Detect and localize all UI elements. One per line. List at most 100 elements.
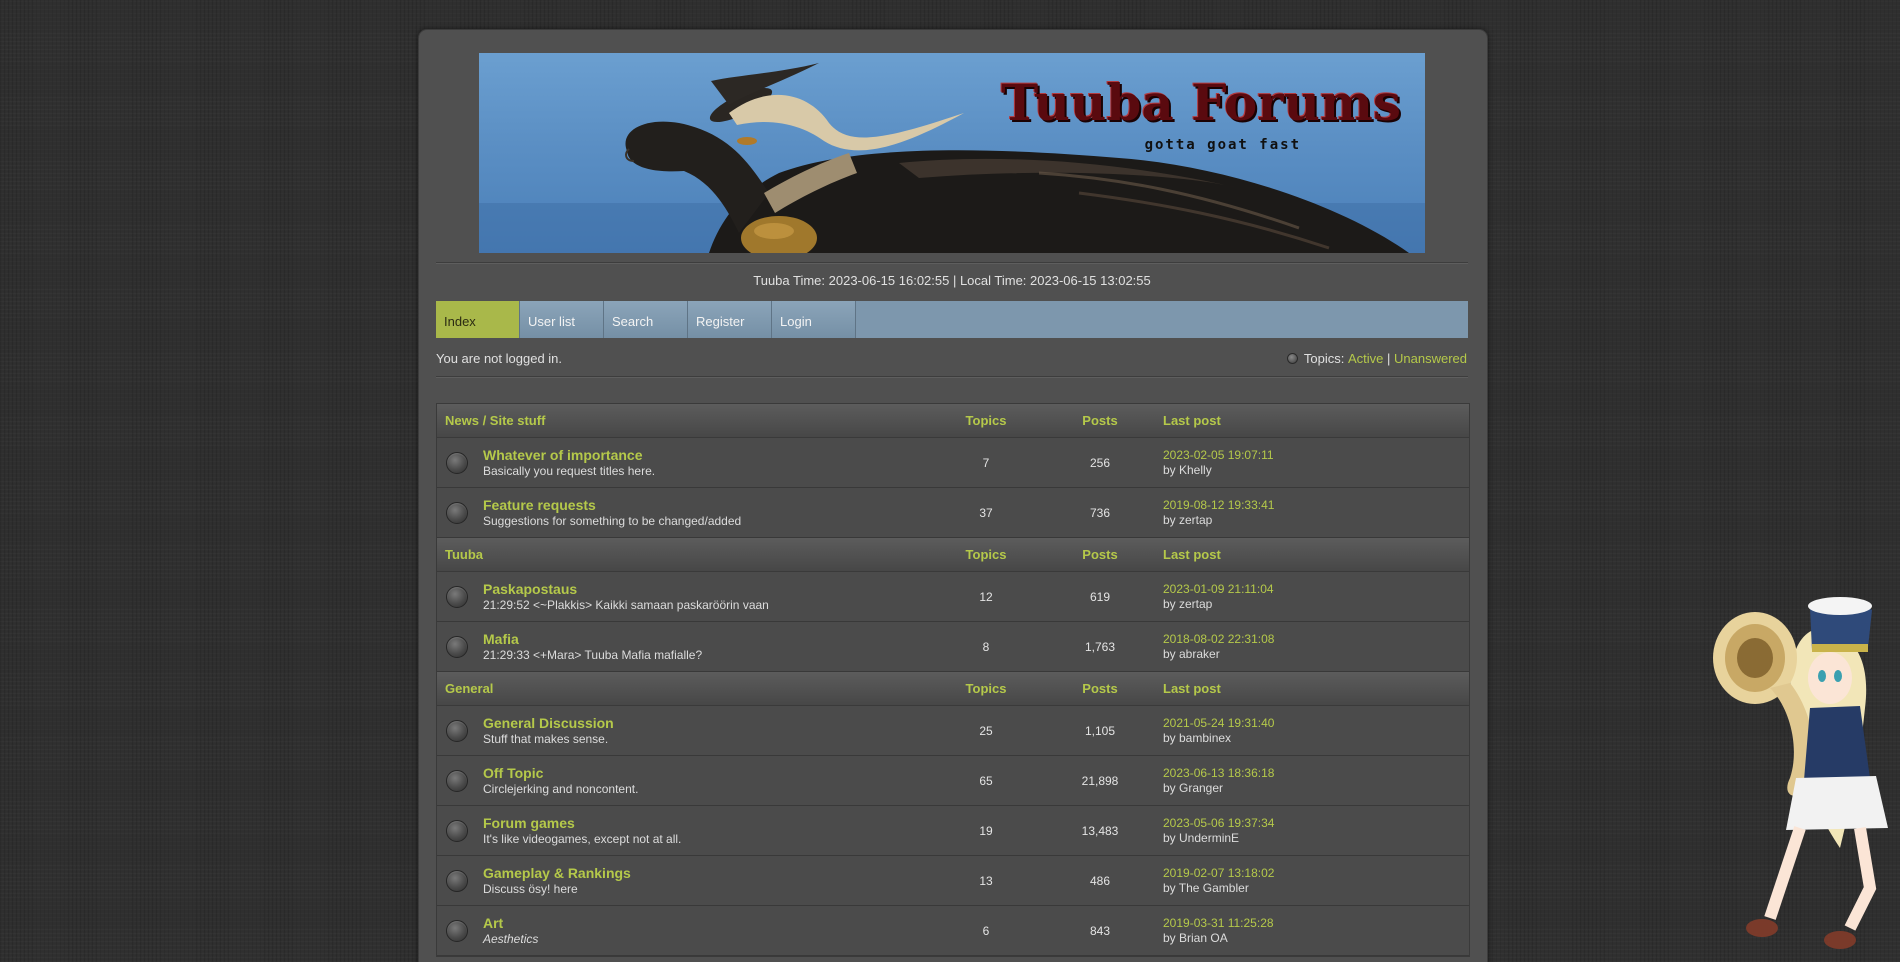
forum-description: It's like videogames, except not at all. — [483, 831, 682, 846]
topic-count: 8 — [982, 639, 990, 654]
nav-register[interactable]: Register — [688, 301, 772, 338]
unanswered-topics-link[interactable]: Unanswered — [1394, 351, 1467, 366]
topic-count: 6 — [982, 923, 990, 938]
column-header-last-post: Last post — [1163, 413, 1221, 428]
last-post-author: by Brian OA — [1163, 931, 1228, 945]
forum-status-icon — [446, 451, 468, 474]
column-header-topics: Topics — [965, 681, 1007, 696]
forum-row: General Discussion Stuff that makes sense… — [437, 706, 1469, 756]
post-count: 1,763 — [1084, 639, 1116, 654]
topic-count: 37 — [979, 505, 993, 520]
last-post-author: by Granger — [1163, 781, 1224, 795]
last-post-link[interactable]: 2018-08-02 22:31:08 — [1163, 632, 1274, 646]
forum-link[interactable]: Forum games — [483, 815, 575, 831]
forum-row: Forum games It's like videogames, except … — [437, 806, 1469, 856]
category-header: General Topics Posts Last post — [437, 672, 1469, 706]
last-post-link[interactable]: 2019-08-12 19:33:41 — [1163, 498, 1274, 512]
topic-count: 7 — [982, 455, 990, 470]
forum-row: Art Aesthetics 6 843 2019-03-31 11:25:28 by B… — [437, 906, 1469, 956]
last-post-author: by Khelly — [1163, 463, 1212, 477]
category-name: General — [445, 681, 494, 696]
forum-description: Stuff that makes sense. — [483, 731, 609, 746]
nav-search[interactable]: Search — [604, 301, 688, 338]
forum-status-icon — [446, 719, 468, 742]
column-header-last-post: Last post — [1163, 547, 1221, 562]
last-post-link[interactable]: 2023-02-05 19:07:11 — [1163, 448, 1274, 462]
divider — [436, 262, 1468, 264]
forum-description: 21:29:52 <~Plakkis> Kaikki samaan paskar… — [483, 597, 769, 612]
divider — [436, 376, 1468, 378]
forum-link[interactable]: Art — [483, 915, 503, 931]
forum-row: Whatever of importance Basically you requ… — [437, 438, 1469, 488]
last-post-link[interactable]: 2019-02-07 13:18:02 — [1163, 866, 1274, 880]
topic-count: 19 — [979, 823, 993, 838]
forum-link[interactable]: Paskapostaus — [483, 581, 577, 597]
category-name: Tuuba — [445, 547, 484, 562]
forum-description: 21:29:33 <+Mara> Tuuba Mafia mafialle? — [483, 647, 703, 662]
forum-banner[interactable]: Tuuba Forums gotta goat fast — [479, 53, 1425, 253]
column-header-last-post: Last post — [1163, 681, 1221, 696]
forum-row: Paskapostaus 21:29:52 <~Plakkis> Kaikki s… — [437, 572, 1469, 622]
category-header: Tuuba Topics Posts Last post — [437, 538, 1469, 572]
column-header-posts: Posts — [1082, 681, 1118, 696]
forum-description: Discuss ösy! here — [483, 881, 578, 896]
forum-link[interactable]: General Discussion — [483, 715, 614, 731]
last-post-author: by abraker — [1163, 647, 1220, 661]
forum-status-icon — [446, 919, 468, 942]
post-count: 619 — [1089, 589, 1111, 604]
column-header-posts: Posts — [1082, 413, 1118, 428]
post-count: 21,898 — [1081, 773, 1119, 788]
forum-status-icon — [446, 635, 468, 658]
forum-description: Suggestions for something to be changed/… — [483, 513, 742, 528]
forum-row: Gameplay & Rankings Discuss ösy! here 13 48… — [437, 856, 1469, 906]
last-post-author: by bambinex — [1163, 731, 1232, 745]
tuba-girl-mascot-image — [1700, 588, 1900, 962]
last-post-author: by zertap — [1163, 597, 1213, 611]
banner-slogan: gotta goat fast — [1144, 137, 1301, 153]
forum-description: Aesthetics — [483, 931, 539, 946]
category-header: News / Site stuff Topics Posts Last post — [437, 404, 1469, 438]
topic-count: 25 — [979, 723, 993, 738]
forum-link[interactable]: Gameplay & Rankings — [483, 865, 631, 881]
forum-link[interactable]: Feature requests — [483, 497, 596, 513]
forum-status-icon — [446, 585, 468, 608]
column-header-topics: Topics — [965, 547, 1007, 562]
last-post-link[interactable]: 2019-03-31 11:25:28 — [1163, 916, 1274, 930]
post-count: 736 — [1089, 505, 1111, 520]
forum-time-display: Tuuba Time: 2023-06-15 16:02:55 | Local … — [753, 273, 1151, 288]
forum-link[interactable]: Whatever of importance — [483, 447, 642, 463]
nav-index[interactable]: Index — [436, 301, 520, 338]
forum-row: Feature requests Suggestions for somethin… — [437, 488, 1469, 538]
last-post-link[interactable]: 2021-05-24 19:31:40 — [1163, 716, 1274, 730]
last-post-link[interactable]: 2023-05-06 19:37:34 — [1163, 816, 1274, 830]
forum-list: News / Site stuff Topics Posts Last post Wha… — [436, 403, 1470, 957]
last-post-link[interactable]: 2023-06-13 18:36:18 — [1163, 766, 1274, 780]
forum-row: Off Topic Circlejerking and noncontent. 65… — [437, 756, 1469, 806]
forum-link[interactable]: Mafia — [483, 631, 519, 647]
topic-count: 65 — [979, 773, 993, 788]
forum-row: Mafia 21:29:33 <+Mara> Tuuba Mafia mafial… — [437, 622, 1469, 672]
forum-status-icon — [446, 769, 468, 792]
post-count: 1,105 — [1084, 723, 1116, 738]
column-header-topics: Topics — [965, 413, 1007, 428]
forum-description: Basically you request titles here. — [483, 463, 656, 478]
topic-count: 12 — [979, 589, 993, 604]
category-name: News / Site stuff — [445, 413, 546, 428]
forum-link[interactable]: Off Topic — [483, 765, 543, 781]
forum-description: Circlejerking and noncontent. — [483, 781, 639, 796]
nav-login[interactable]: Login — [772, 301, 856, 338]
last-post-author: by zertap — [1163, 513, 1213, 527]
forum-status-icon — [446, 869, 468, 892]
active-topics-link[interactable]: Active — [1348, 351, 1383, 366]
last-post-author: by UnderminE — [1163, 831, 1240, 845]
forum-status-icon — [446, 819, 468, 842]
login-status: You are not logged in. — [436, 351, 563, 366]
main-nav: Index User list Search Register Login — [436, 301, 1468, 338]
topics-label: Topics: — [1303, 351, 1345, 366]
post-count: 486 — [1089, 873, 1111, 888]
last-post-link[interactable]: 2023-01-09 21:11:04 — [1163, 582, 1274, 596]
post-count: 256 — [1089, 455, 1111, 470]
nav-user-list[interactable]: User list — [520, 301, 604, 338]
topics-links: Topics: Active | Unanswered — [1286, 351, 1467, 366]
link-separator: | — [1386, 351, 1391, 366]
